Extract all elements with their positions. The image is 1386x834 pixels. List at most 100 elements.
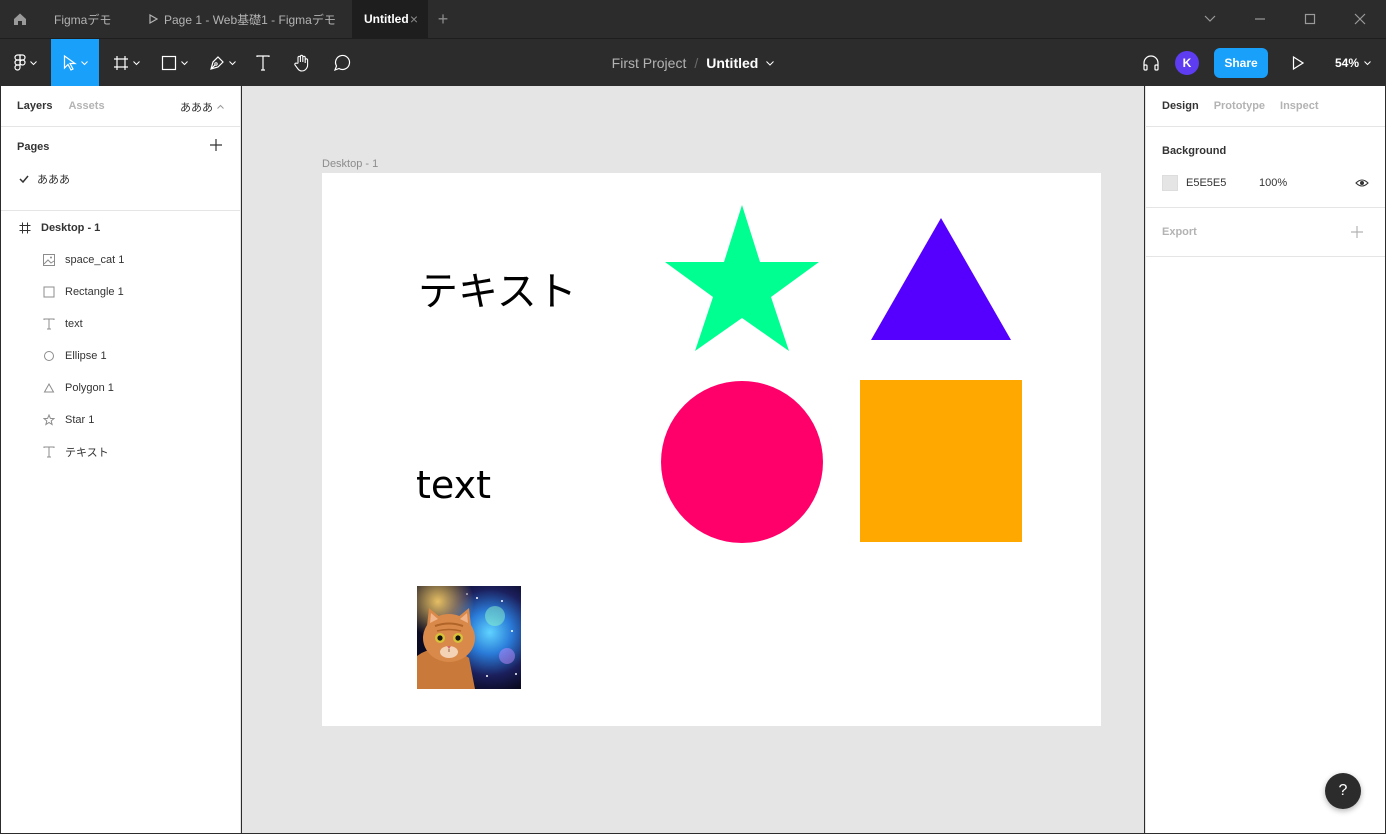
background-hex-input[interactable]: E5E5E5 xyxy=(1186,177,1226,189)
layer-polygon-1[interactable]: Polygon 1 xyxy=(1,372,240,404)
layer-label: Polygon 1 xyxy=(65,382,114,394)
tab-design[interactable]: Design xyxy=(1162,100,1199,112)
layer-space-cat-1[interactable]: space_cat 1 xyxy=(1,244,240,276)
desktop-frame[interactable]: テキスト text xyxy=(322,173,1101,726)
background-opacity-input[interactable]: 100% xyxy=(1259,177,1287,189)
frame-label[interactable]: Desktop - 1 xyxy=(322,158,378,170)
polygon-icon xyxy=(43,382,55,394)
page-item[interactable]: あああ xyxy=(1,167,240,191)
present-button[interactable] xyxy=(1284,39,1312,87)
home-button[interactable] xyxy=(0,0,40,38)
add-export-button[interactable] xyxy=(1351,222,1363,243)
file-name[interactable]: Untitled xyxy=(706,55,758,71)
figma-window: Figmaデモ Page 1 - Web基礎1 - Figmaデモ Untitl… xyxy=(0,0,1386,834)
play-icon xyxy=(149,14,158,24)
comment-icon xyxy=(333,54,351,72)
eye-icon xyxy=(1355,179,1369,187)
hand-tool-button[interactable] xyxy=(284,39,320,87)
star-icon xyxy=(43,414,55,426)
frame-icon xyxy=(113,56,128,70)
export-section: Export xyxy=(1146,208,1385,257)
star-shape[interactable] xyxy=(665,205,819,351)
layer-star-1[interactable]: Star 1 xyxy=(1,404,240,436)
left-panel-tabs: Layers Assets あああ xyxy=(1,86,240,127)
chevron-down-icon[interactable] xyxy=(766,60,775,66)
triangle-shape[interactable] xyxy=(871,218,1011,340)
ellipse-icon xyxy=(43,350,55,362)
headphones-icon xyxy=(1143,55,1159,71)
pen-tool-button[interactable] xyxy=(198,39,246,87)
comment-tool-button[interactable] xyxy=(324,39,360,87)
maximize-icon xyxy=(1304,13,1316,25)
tab-layers[interactable]: Layers xyxy=(17,100,52,112)
visibility-toggle[interactable] xyxy=(1354,175,1370,191)
layer-desktop-1[interactable]: Desktop - 1 xyxy=(1,212,240,244)
layer-text[interactable]: text xyxy=(1,308,240,340)
tab-list-button[interactable] xyxy=(1185,0,1235,38)
layer-label: Ellipse 1 xyxy=(65,350,107,362)
shape-tool-button[interactable] xyxy=(150,39,198,87)
pages-title: Pages xyxy=(17,141,50,153)
chevron-up-icon xyxy=(217,104,224,109)
tab-assets[interactable]: Assets xyxy=(68,100,104,112)
project-name[interactable]: First Project xyxy=(612,55,687,71)
chevron-down-icon xyxy=(1204,15,1216,22)
zoom-menu[interactable]: 54% xyxy=(1328,39,1378,87)
layer-text-jp[interactable]: テキスト xyxy=(1,436,240,468)
help-button[interactable]: ? xyxy=(1325,773,1361,809)
layers-panel: Layers Assets あああ Pages あああ Desktop - 1 xyxy=(1,86,241,833)
chevron-down-icon xyxy=(132,60,140,65)
background-section: Background E5E5E5 100% xyxy=(1146,127,1385,208)
tab-inspect[interactable]: Inspect xyxy=(1280,100,1319,112)
minimize-button[interactable] xyxy=(1235,0,1285,38)
play-icon xyxy=(1292,56,1304,70)
chevron-down-icon xyxy=(228,60,236,65)
plus-icon xyxy=(1351,226,1363,238)
move-tool-button[interactable] xyxy=(51,39,99,87)
layer-label: Star 1 xyxy=(65,414,95,426)
toolbar: First Project / Untitled K Share 54% xyxy=(0,38,1386,87)
tab-untitled[interactable]: Untitled × xyxy=(352,0,428,38)
main-menu-button[interactable] xyxy=(0,39,50,87)
space-cat-image[interactable] xyxy=(417,586,521,689)
close-tab-icon[interactable]: × xyxy=(410,11,418,27)
chevron-down-icon xyxy=(80,60,88,65)
checkmark-icon xyxy=(19,175,29,184)
page-label: あああ xyxy=(37,174,70,186)
tab-bar: Figmaデモ Page 1 - Web基礎1 - Figmaデモ Untitl… xyxy=(0,0,1386,38)
add-page-button[interactable] xyxy=(208,137,224,153)
layer-label: テキスト xyxy=(65,447,109,459)
plus-icon xyxy=(210,139,222,151)
layer-rectangle-1[interactable]: Rectangle 1 xyxy=(1,276,240,308)
close-window-button[interactable] xyxy=(1335,0,1385,38)
layer-ellipse-1[interactable]: Ellipse 1 xyxy=(1,340,240,372)
circle-shape[interactable] xyxy=(661,381,823,543)
share-button[interactable]: Share xyxy=(1214,48,1268,78)
background-swatch[interactable] xyxy=(1162,175,1178,191)
rectangle-shape[interactable] xyxy=(860,380,1022,542)
rectangle-icon xyxy=(43,286,55,298)
background-title: Background xyxy=(1162,145,1227,157)
tab-prototype-page[interactable]: Page 1 - Web基礎1 - Figmaデモ xyxy=(134,0,352,38)
chevron-down-icon xyxy=(29,60,37,65)
tab-prototype[interactable]: Prototype xyxy=(1214,100,1265,112)
image-icon xyxy=(43,254,55,266)
tab-figma-demo[interactable]: Figmaデモ xyxy=(40,0,134,38)
figma-logo-icon xyxy=(13,54,26,71)
audio-button[interactable] xyxy=(1138,39,1164,87)
frame-tool-button[interactable] xyxy=(102,39,150,87)
frame-icon xyxy=(19,222,31,234)
page-selector[interactable]: あああ xyxy=(180,86,224,127)
layer-label: Rectangle 1 xyxy=(65,286,124,298)
maximize-button[interactable] xyxy=(1285,0,1335,38)
new-tab-button[interactable]: + xyxy=(428,0,458,38)
export-title: Export xyxy=(1162,226,1197,238)
avatar[interactable]: K xyxy=(1175,51,1199,75)
layer-label: space_cat 1 xyxy=(65,254,125,266)
current-page-label: あああ xyxy=(180,101,213,114)
pen-icon xyxy=(209,56,224,70)
canvas[interactable]: Desktop - 1 テキスト text xyxy=(242,86,1144,833)
layer-label: text xyxy=(65,318,83,330)
text-tool-button[interactable] xyxy=(246,39,280,87)
home-icon xyxy=(14,13,26,25)
